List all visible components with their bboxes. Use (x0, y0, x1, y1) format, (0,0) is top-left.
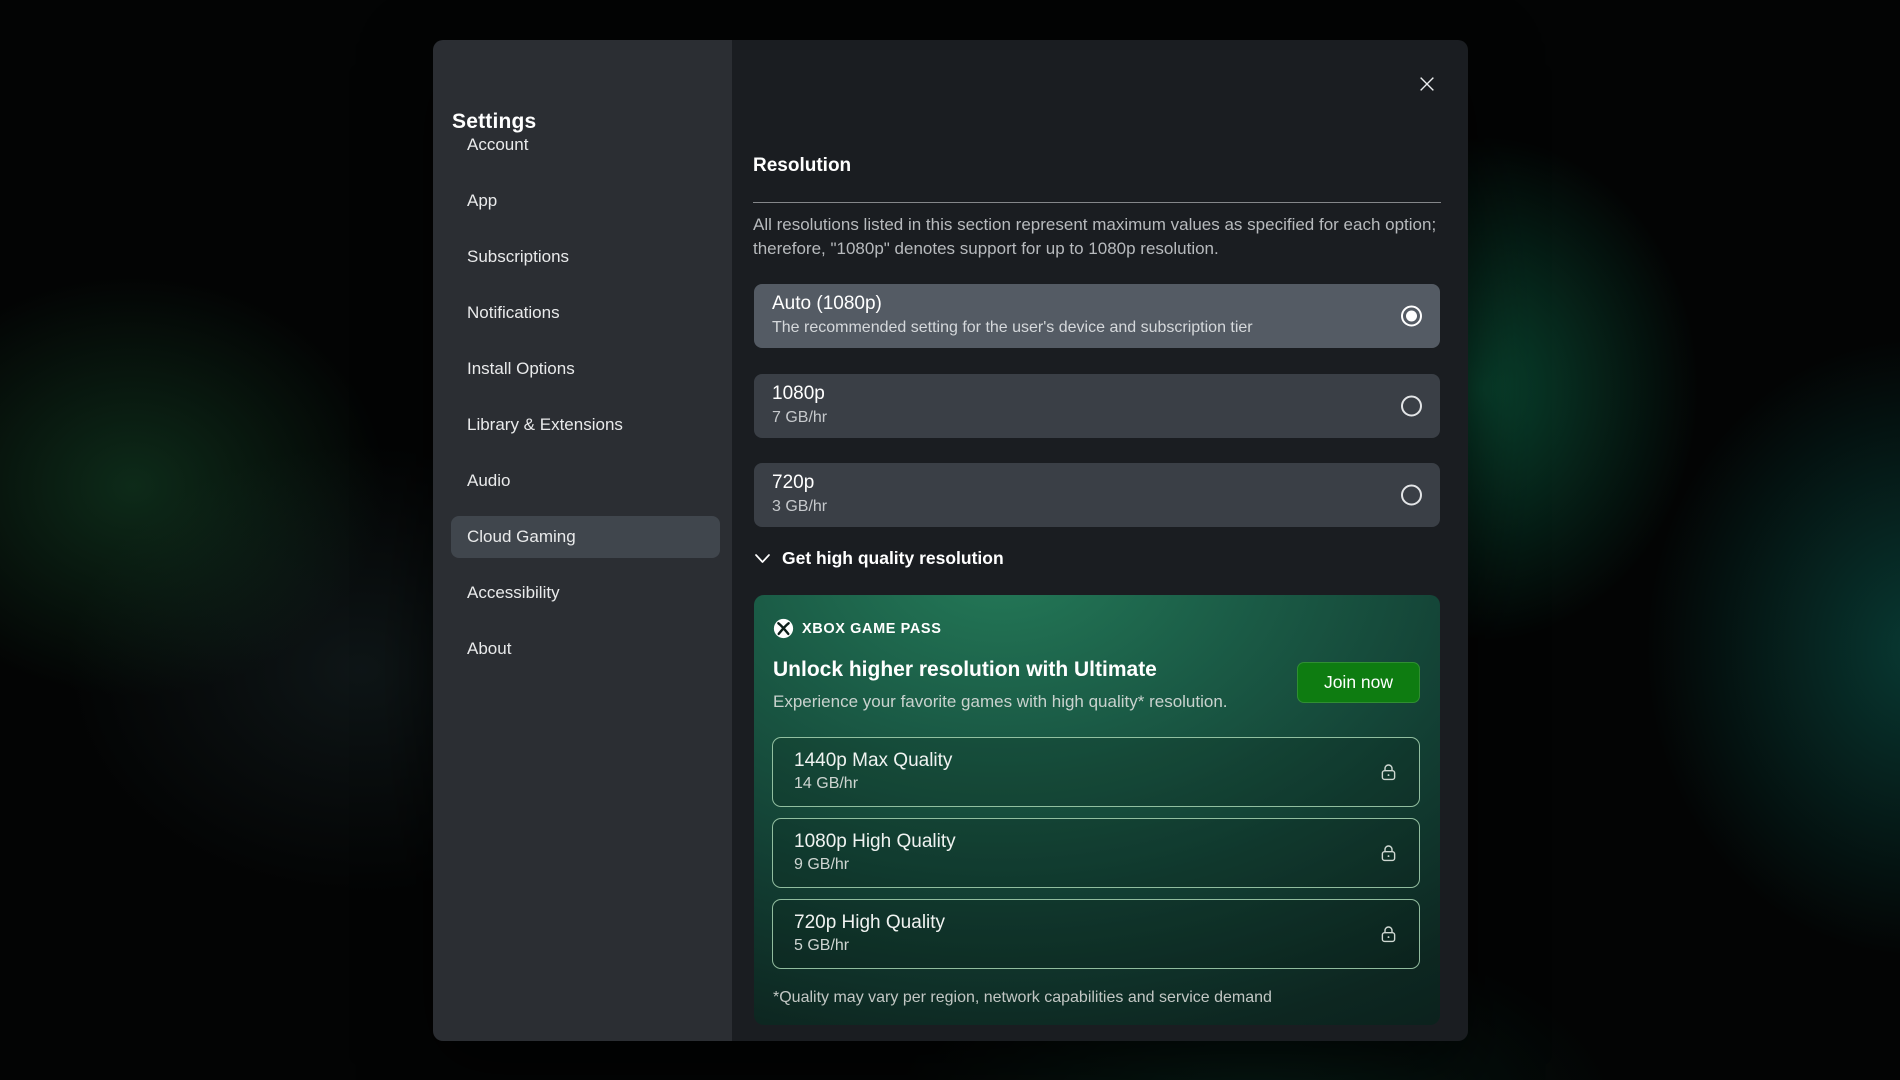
close-button[interactable] (1411, 68, 1443, 100)
locked-option-subtitle: 14 GB/hr (794, 774, 1419, 794)
sidebar-item-cloud-gaming[interactable]: Cloud Gaming (451, 516, 720, 558)
locked-option-subtitle: 5 GB/hr (794, 936, 1419, 956)
expander-label: Get high quality resolution (782, 548, 1004, 569)
promo-footnote: *Quality may vary per region, network ca… (773, 989, 1272, 1007)
locked-option-720p: 720p High Quality 5 GB/hr (772, 899, 1420, 969)
sidebar-item-about[interactable]: About (451, 628, 720, 670)
locked-option-title: 720p High Quality (794, 912, 1419, 934)
sidebar-item-library-extensions[interactable]: Library & Extensions (451, 404, 720, 446)
resolution-option-720p[interactable]: 720p 3 GB/hr (754, 463, 1440, 527)
option-title: Auto (1080p) (772, 292, 1384, 315)
sidebar-item-label: Subscriptions (467, 247, 569, 267)
locked-option-title: 1080p High Quality (794, 831, 1419, 853)
settings-nav: Account App Subscriptions Notifications … (433, 124, 732, 684)
gamepass-promo-card: XBOX GAME PASS Unlock higher resolution … (754, 595, 1440, 1025)
gamepass-brand-label: XBOX GAME PASS (802, 621, 941, 637)
sidebar-item-label: Accessibility (467, 583, 560, 603)
sidebar-item-label: Audio (467, 471, 510, 491)
settings-content-panel: Resolution All resolutions listed in thi… (732, 40, 1468, 1041)
desktop-background: { "window": { "close_icon": "close" }, "… (0, 0, 1900, 1080)
resolution-option-1080p[interactable]: 1080p 7 GB/hr (754, 374, 1440, 438)
sidebar-item-install-options[interactable]: Install Options (451, 348, 720, 390)
locked-option-1440p: 1440p Max Quality 14 GB/hr (772, 737, 1420, 807)
option-subtitle: 3 GB/hr (772, 496, 1384, 517)
sidebar-item-label: Notifications (467, 303, 560, 323)
chevron-down-icon (754, 552, 771, 565)
sidebar-item-label: Account (467, 135, 528, 155)
sidebar-item-notifications[interactable]: Notifications (451, 292, 720, 334)
radio-dot (1406, 311, 1417, 322)
option-title: 1080p (772, 382, 1384, 405)
section-description: All resolutions listed in this section r… (753, 213, 1451, 260)
promo-headline: Unlock higher resolution with Ultimate (773, 658, 1157, 682)
join-now-button[interactable]: Join now (1297, 662, 1420, 703)
sidebar-item-label: About (467, 639, 511, 659)
radio-unchecked-icon[interactable] (1401, 396, 1422, 417)
option-subtitle: The recommended setting for the user's d… (772, 317, 1384, 338)
settings-sidebar: Settings Account App Subscriptions Notif… (433, 40, 732, 1041)
locked-option-title: 1440p Max Quality (794, 750, 1419, 772)
sidebar-item-account[interactable]: Account (451, 124, 720, 166)
xbox-logo-icon (773, 618, 794, 639)
lock-icon (1378, 842, 1399, 864)
high-quality-expander[interactable]: Get high quality resolution (754, 548, 1004, 569)
sidebar-item-subscriptions[interactable]: Subscriptions (451, 236, 720, 278)
sidebar-item-label: Cloud Gaming (467, 527, 576, 547)
gamepass-brand: XBOX GAME PASS (773, 618, 941, 639)
sidebar-item-audio[interactable]: Audio (451, 460, 720, 502)
sidebar-item-accessibility[interactable]: Accessibility (451, 572, 720, 614)
lock-icon (1378, 761, 1399, 783)
close-icon (1417, 73, 1437, 95)
locked-option-subtitle: 9 GB/hr (794, 855, 1419, 875)
sidebar-item-label: App (467, 191, 497, 211)
radio-unchecked-icon[interactable] (1401, 485, 1422, 506)
page-title: Resolution (753, 155, 851, 177)
lock-icon (1378, 923, 1399, 945)
settings-dialog: Settings Account App Subscriptions Notif… (433, 40, 1468, 1041)
section-divider (753, 202, 1441, 203)
sidebar-item-app[interactable]: App (451, 180, 720, 222)
option-title: 720p (772, 471, 1384, 494)
radio-checked-icon[interactable] (1401, 306, 1422, 327)
sidebar-item-label: Library & Extensions (467, 415, 623, 435)
promo-subheadline: Experience your favorite games with high… (773, 692, 1228, 712)
resolution-option-auto[interactable]: Auto (1080p) The recommended setting for… (754, 284, 1440, 348)
locked-option-1080p: 1080p High Quality 9 GB/hr (772, 818, 1420, 888)
sidebar-item-label: Install Options (467, 359, 575, 379)
option-subtitle: 7 GB/hr (772, 407, 1384, 428)
